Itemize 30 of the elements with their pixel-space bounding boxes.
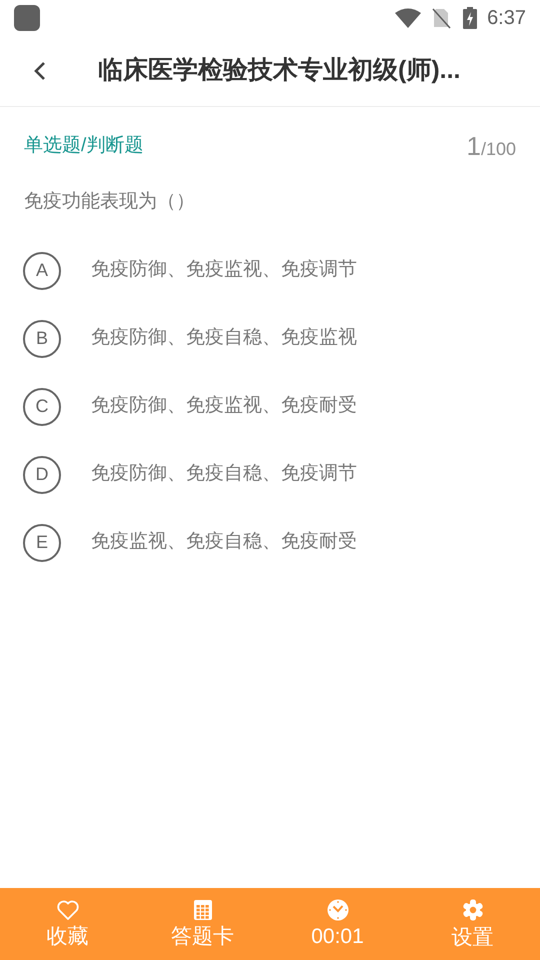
option-letter: A: [23, 252, 61, 290]
question-total: /100: [480, 138, 516, 161]
answer-option[interactable]: A 免疫防御、免疫监视、免疫调节: [0, 236, 540, 304]
answer-option[interactable]: C 免疫防御、免疫监视、免疫耐受: [0, 372, 540, 440]
answer-option[interactable]: E 免疫监视、免疫自稳、免疫耐受: [0, 508, 540, 576]
answer-option[interactable]: B 免疫防御、免疫自稳、免疫监视: [0, 304, 540, 372]
grid-icon: [192, 898, 212, 920]
option-text: 免疫防御、免疫自稳、免疫监视: [91, 326, 357, 350]
answer-option[interactable]: D 免疫防御、免疫自稳、免疫调节: [0, 440, 540, 508]
option-letter: E: [23, 524, 61, 562]
question-type: 单选题/判断题: [24, 134, 144, 158]
clock-icon: [326, 898, 348, 920]
chevron-left-icon: [33, 60, 47, 82]
status-time: 6:37: [487, 6, 526, 31]
question-text: 免疫功能表现为（）: [23, 190, 196, 214]
option-text: 免疫监视、免疫自稳、免疫耐受: [91, 530, 357, 554]
option-text: 免疫防御、免疫自稳、免疫调节: [91, 462, 357, 486]
page-title: 临床医学检验技术专业初级(师)...: [98, 55, 460, 86]
option-text: 免疫防御、免疫监视、免疫耐受: [91, 394, 357, 418]
battery-icon: [463, 7, 478, 29]
app-icon: [14, 5, 40, 31]
question-number: 1: [466, 130, 481, 163]
option-text: 免疫防御、免疫监视、免疫调节: [91, 258, 357, 282]
wifi-icon: [395, 8, 422, 28]
heart-icon: [56, 898, 80, 920]
option-letter: C: [23, 388, 61, 426]
no-sim-icon: [431, 7, 452, 29]
option-letter: B: [23, 320, 61, 358]
settings-icon: [460, 898, 484, 922]
option-letter: D: [23, 456, 61, 494]
